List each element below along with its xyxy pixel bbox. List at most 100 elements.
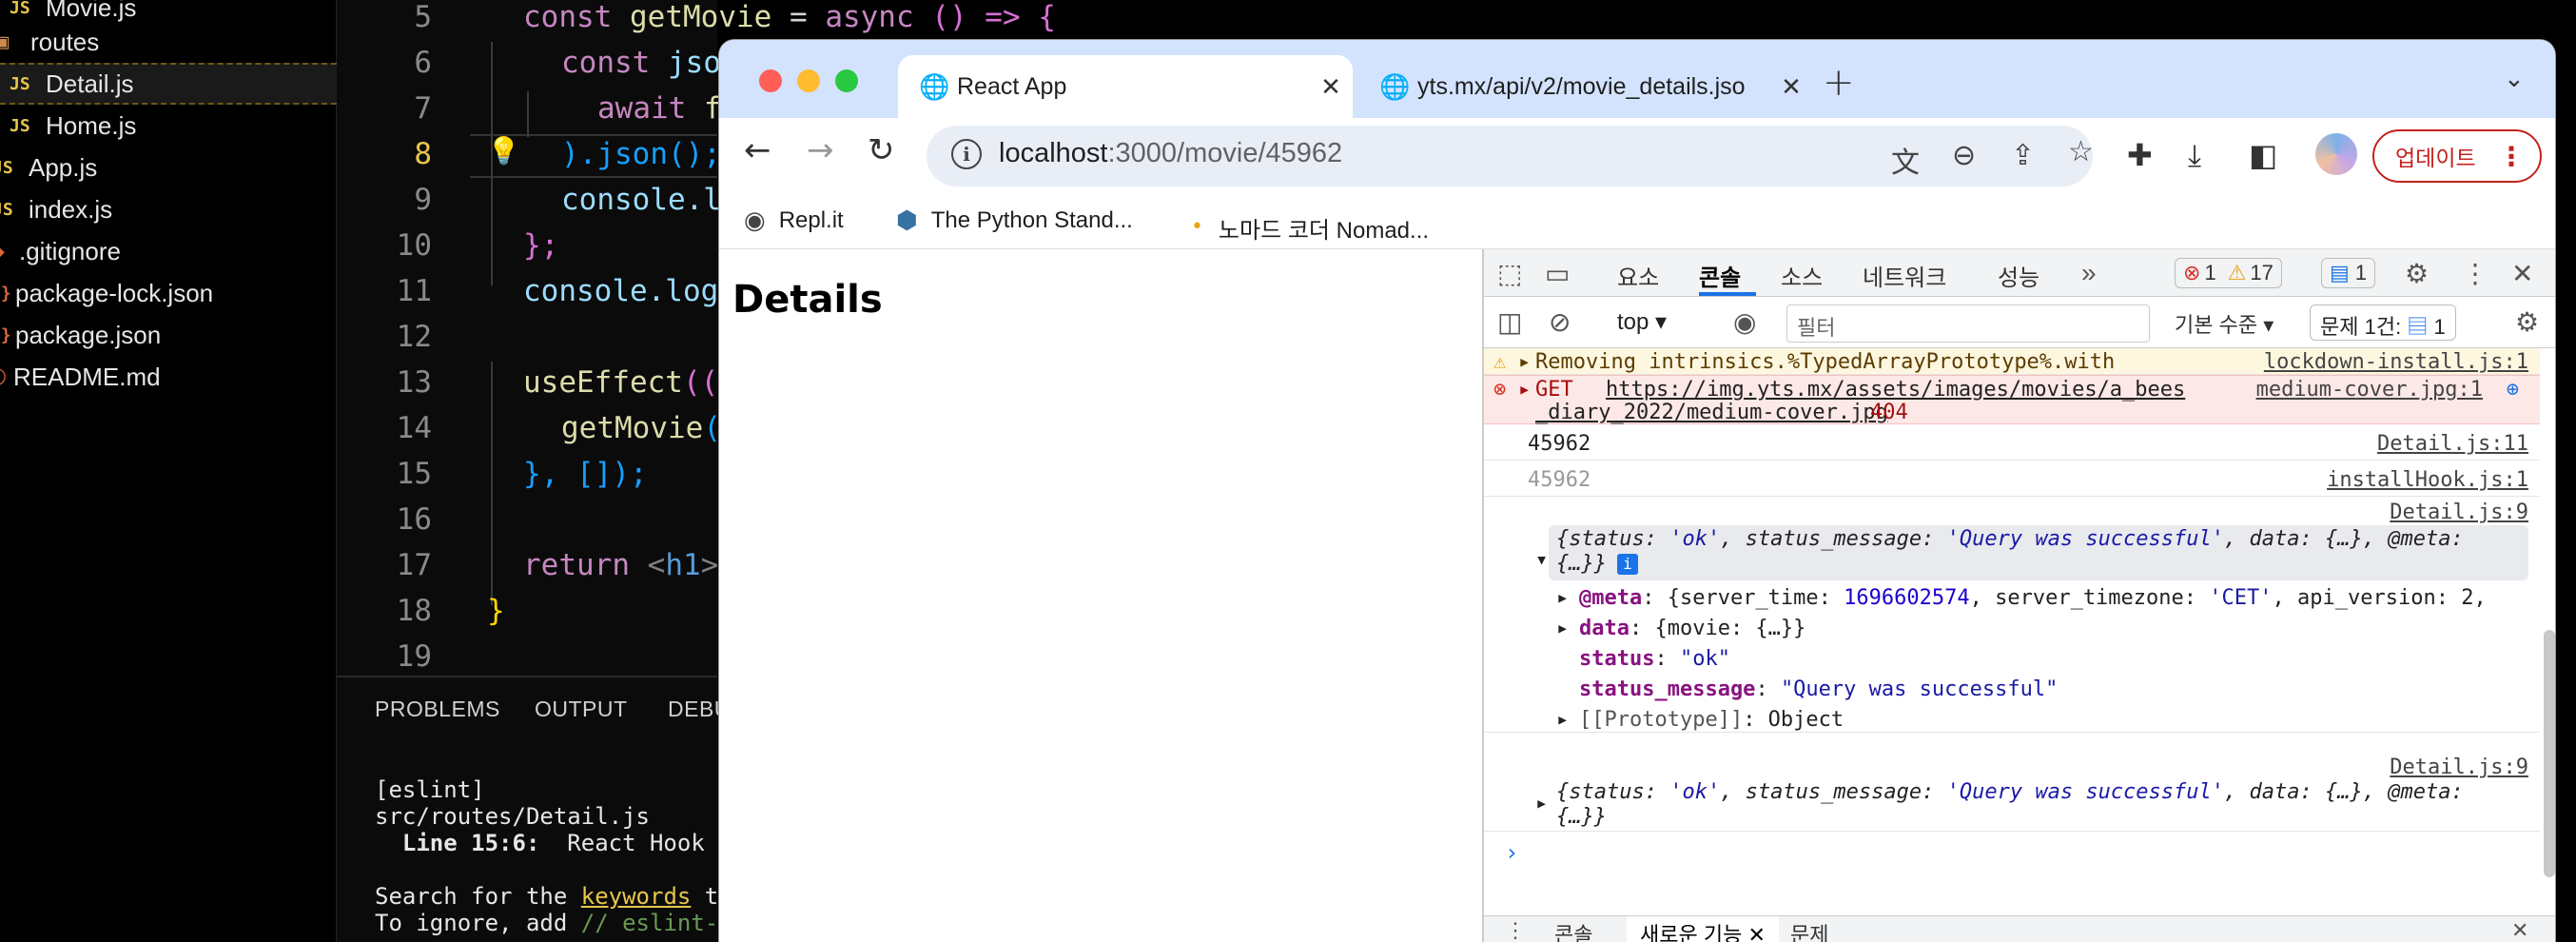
device-toolbar-icon[interactable]: ▭ [1545, 258, 1570, 289]
settings-gear-icon[interactable]: ⚙ [2405, 258, 2429, 289]
drawer-tab-issues[interactable]: 문제 [1790, 918, 1828, 942]
bookmark-replit[interactable]: ◉ Repl.it [744, 206, 844, 235]
terminal-link[interactable]: keywords [581, 883, 692, 910]
info-icon[interactable]: i [1617, 554, 1638, 575]
network-request-icon[interactable]: ⊕ [2507, 378, 2519, 402]
devtools-tab-elements[interactable]: 요소 [1617, 259, 1659, 292]
back-button[interactable]: ← [744, 131, 771, 169]
line-number: 14 [396, 411, 432, 445]
drawer-tab-console[interactable]: 콘솔 [1554, 918, 1592, 942]
close-devtools-icon[interactable]: ✕ [2511, 258, 2533, 289]
console-filter-input[interactable]: 필터 [1786, 304, 2150, 343]
prop-key: data [1579, 617, 1630, 640]
source-link[interactable]: Detail.js:9 [2390, 756, 2528, 779]
translate-icon[interactable]: 文 [1891, 139, 1920, 181]
browser-tab-react-app[interactable]: 🌐 React App ✕ [898, 55, 1353, 118]
zoom-window-button[interactable] [835, 69, 858, 92]
expand-triangle-icon[interactable]: ▸ [1556, 586, 1569, 610]
download-icon[interactable]: ⤓ [2188, 137, 2201, 174]
file-item-home-js[interactable]: JS Home.js [0, 105, 337, 147]
close-tab-icon[interactable]: ✕ [1769, 72, 1813, 102]
console-settings-gear-icon[interactable]: ⚙ [2515, 306, 2539, 338]
source-link[interactable]: Detail.js:11 [2377, 432, 2528, 456]
source-link[interactable]: medium-cover.jpg:1 [2256, 378, 2483, 402]
console-log-row[interactable]: 45962 installHook.js:1 [1484, 461, 2540, 497]
inspect-element-icon[interactable]: ⬚ [1497, 258, 1522, 289]
zoom-out-icon[interactable]: ⊖ [1952, 139, 1976, 172]
console-object-row[interactable]: Detail.js:9 ▸ {status: 'ok', status_mess… [1484, 752, 2540, 832]
file-item-gitignore[interactable]: ◆ .gitignore [0, 230, 337, 272]
chevron-down-icon[interactable]: ⌄ [2504, 65, 2525, 93]
prop-key: [[Prototype]] [1579, 708, 1744, 732]
side-panel-icon[interactable]: ◧ [2249, 137, 2277, 173]
sidebar-toggle-icon[interactable]: ◫ [1497, 306, 1522, 338]
info-badge[interactable]: ▤ 1 [2321, 258, 2376, 288]
console-prompt[interactable]: › [1505, 839, 1518, 866]
file-item-package-lock-json[interactable]: {} package-lock.json [0, 272, 337, 314]
code-line-10: }; [523, 228, 558, 263]
error-url[interactable]: https://img.yts.mx/assets/images/movies/… [1606, 378, 2185, 402]
close-window-button[interactable] [759, 69, 782, 92]
clear-console-icon[interactable]: ⊘ [1549, 306, 1571, 338]
close-tab-icon[interactable]: ✕ [1309, 72, 1353, 102]
more-options-icon[interactable]: ⋮ [2462, 258, 2488, 289]
address-bar[interactable]: i localhost:3000/movie/45962 文 ⊖ ⇪ ☆ [927, 126, 2094, 186]
expand-triangle-icon[interactable]: ▸ [1556, 617, 1569, 640]
context-selector[interactable]: top ▾ [1617, 308, 1667, 336]
file-item-index-js[interactable]: JS index.js [0, 188, 337, 230]
devtools-tab-console[interactable]: 콘솔 [1699, 259, 1741, 292]
extensions-icon[interactable]: ✚ [2127, 137, 2153, 173]
replit-icon: ◉ [744, 206, 766, 234]
code-token: }; [523, 228, 559, 263]
file-item-readme-md[interactable]: ⓘ README.md [0, 356, 337, 398]
share-icon[interactable]: ⇪ [2011, 139, 2035, 172]
file-item-app-js[interactable]: JS App.js [0, 147, 337, 188]
devtools-tab-network[interactable]: 네트워크 [1863, 259, 1946, 292]
object-preview-text: , status_message: [1720, 527, 1947, 551]
panel-tab-output[interactable]: OUTPUT [535, 697, 628, 722]
file-name: index.js [29, 194, 113, 224]
console-error-row[interactable]: ⊗ ▸ GET https://img.yts.mx/assets/images… [1484, 375, 2540, 424]
error-warning-badge[interactable]: ⊗ 1 ⚠ 17 [2175, 258, 2282, 288]
reload-button[interactable]: ↻ [868, 131, 895, 169]
log-levels-dropdown[interactable]: 기본 수준 ▾ [2175, 308, 2274, 339]
bookmark-python-docs[interactable]: ⬢ The Python Stand... [896, 206, 1133, 235]
file-item-package-json[interactable]: {} package.json [0, 314, 337, 356]
more-tabs-icon[interactable]: » [2081, 258, 2097, 288]
file-name: Detail.js [46, 69, 134, 98]
drawer-tab-whats-new[interactable]: 새로운 기능 ✕ [1627, 916, 1779, 942]
expand-triangle-icon[interactable]: ▸ [1556, 708, 1569, 732]
devtools-tab-performance[interactable]: 성능 [1998, 259, 2039, 292]
close-drawer-icon[interactable]: ✕ [2511, 918, 2528, 942]
source-link[interactable]: installHook.js:1 [2327, 468, 2528, 492]
console-scrollbar[interactable] [2544, 630, 2555, 877]
error-url-cont[interactable]: _diary_2022/medium-cover.jpg [1535, 401, 1888, 424]
bookmark-star-icon[interactable]: ☆ [2068, 135, 2094, 168]
profile-avatar[interactable] [2315, 133, 2357, 175]
file-item-detail-js[interactable]: JS Detail.js [0, 63, 337, 105]
expand-triangle-icon[interactable]: ▸ [1535, 792, 1548, 815]
site-info-icon[interactable]: i [951, 139, 982, 169]
issues-button[interactable]: 문제 1건: ▤ 1 [2310, 304, 2456, 341]
new-tab-button[interactable]: + [1823, 61, 1855, 105]
prop-meta: @meta: {server_time: 1696602574, server_… [1579, 586, 2487, 610]
console-object-row[interactable]: Detail.js:9 ▾ {status: 'ok', status_mess… [1484, 497, 2540, 733]
code-token: console.log [523, 274, 719, 308]
folder-item-routes[interactable]: ▣ routes [0, 21, 337, 63]
browser-tab-yts-api[interactable]: 🌐 yts.mx/api/v2/movie_details.jso ✕ [1358, 55, 1813, 118]
source-link[interactable]: Detail.js:9 [2390, 500, 2528, 524]
drawer-menu-icon[interactable]: ⋮ [1505, 918, 1526, 942]
minimize-window-button[interactable] [797, 69, 820, 92]
update-button[interactable]: 업데이트 ⋮ [2372, 129, 2542, 183]
url-text[interactable]: localhost:3000/movie/45962 [999, 138, 1342, 169]
devtools-tab-sources[interactable]: 소스 [1781, 259, 1823, 292]
warning-icon: ⚠ [2227, 261, 2247, 285]
collapse-triangle-icon[interactable]: ▾ [1535, 548, 1548, 572]
bookmark-nomad-coder[interactable]: ᭼ 노마드 코더 Nomad... [1189, 206, 1429, 250]
console-log-row[interactable]: 45962 Detail.js:11 [1484, 424, 2540, 461]
live-expression-eye-icon[interactable]: ◉ [1733, 306, 1756, 338]
console-warning-row[interactable]: ⚠ ▸ Removing intrinsics.%TypedArrayProto… [1484, 348, 2540, 375]
forward-button[interactable]: → [807, 131, 834, 169]
panel-tab-problems[interactable]: PROBLEMS [375, 697, 500, 722]
source-link[interactable]: lockdown-install.js:1 [2264, 350, 2528, 374]
